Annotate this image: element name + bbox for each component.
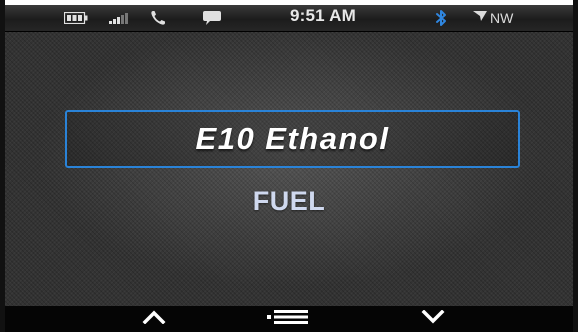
scroll-down-button[interactable]: [417, 306, 449, 332]
chevron-down-icon: [421, 309, 445, 329]
clock-time: 9:51 AM: [290, 6, 356, 25]
main-panel: E10 Ethanol FUEL: [5, 32, 573, 306]
status-bar: 9:51 AM NW: [5, 5, 573, 32]
fuel-type-value: E10 Ethanol: [195, 121, 390, 156]
fuel-type-selector[interactable]: E10 Ethanol: [65, 110, 520, 168]
phone-icon: [149, 5, 167, 31]
chevron-up-icon: [142, 310, 166, 329]
compass-arrow-icon: [473, 9, 487, 27]
menu-icon: [267, 309, 309, 330]
menu-button[interactable]: [265, 306, 311, 332]
display-bezel-right: [573, 0, 578, 332]
setting-label: FUEL: [252, 186, 326, 216]
battery-icon: [60, 5, 92, 31]
message-bubble-icon: [200, 5, 224, 31]
signal-strength-icon: [108, 5, 130, 31]
compass-heading: NW: [473, 5, 533, 31]
bottom-nav-bar: [5, 306, 573, 332]
bluetooth-icon: [433, 5, 449, 31]
fuel-settings-screen: 9:51 AM NW E10 Ethanol FUEL: [0, 0, 578, 332]
compass-heading-text: NW: [490, 10, 514, 26]
scroll-up-button[interactable]: [138, 306, 170, 332]
